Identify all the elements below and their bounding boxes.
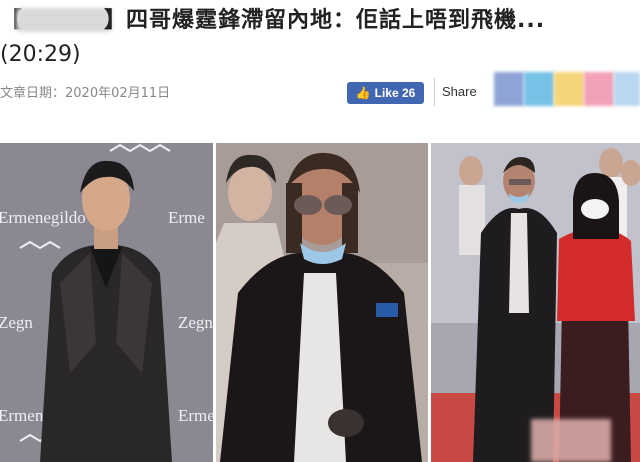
share-icon-4[interactable] bbox=[584, 72, 614, 106]
like-count-label: Like 26 bbox=[374, 86, 416, 100]
backdrop-brand-text-3: Zegn bbox=[0, 313, 33, 332]
video-duration: (20:29) bbox=[0, 42, 81, 67]
share-icon-1[interactable] bbox=[494, 72, 524, 106]
photo-couple[interactable] bbox=[431, 143, 640, 462]
share-icon-3[interactable] bbox=[554, 72, 584, 106]
red-sweater bbox=[557, 230, 635, 321]
article-date: 文章日期：2020年02月11日 bbox=[0, 86, 171, 101]
backdrop-brand-text-6: Erme bbox=[178, 406, 213, 425]
share-icon-2[interactable] bbox=[524, 72, 554, 106]
thumbs-up-icon: 👍 bbox=[355, 86, 371, 100]
white-mask bbox=[581, 199, 609, 219]
photo-man-sunglasses[interactable] bbox=[216, 143, 428, 462]
blurred-watermark bbox=[531, 419, 611, 462]
blurred-source-name bbox=[16, 8, 112, 32]
sunglasses-left bbox=[294, 195, 322, 215]
share-icons-group bbox=[494, 72, 640, 106]
backdrop-brand-text-2: Erme bbox=[168, 208, 205, 227]
backdrop-brand-text-5: Ermen bbox=[0, 406, 44, 425]
headline-close-bracket: 】 bbox=[104, 8, 127, 33]
photo-couple-image bbox=[431, 143, 640, 462]
headline-title[interactable]: 四哥爆霆鋒滯留內地：佢話上唔到飛機... bbox=[126, 4, 545, 38]
backdrop-brand-text-1: Ermenegildo bbox=[0, 208, 86, 227]
photo-man-suit[interactable]: Ermenegildo Erme Zegn Zegn Ermen Erme bbox=[0, 143, 213, 462]
share-icon-5[interactable] bbox=[614, 72, 640, 106]
facebook-like-button[interactable]: 👍 Like 26 bbox=[347, 82, 424, 104]
name-badge bbox=[376, 303, 398, 317]
share-label: Share bbox=[442, 84, 477, 99]
sunglasses-right bbox=[324, 195, 352, 215]
photo-man-suit-image: Ermenegildo Erme Zegn Zegn Ermen Erme bbox=[0, 143, 213, 462]
share-divider bbox=[434, 78, 435, 106]
photo-man-sunglasses-image bbox=[216, 143, 428, 462]
photo-strip: Ermenegildo Erme Zegn Zegn Ermen Erme bbox=[0, 143, 640, 462]
backdrop-brand-text-4: Zegn bbox=[178, 313, 213, 332]
